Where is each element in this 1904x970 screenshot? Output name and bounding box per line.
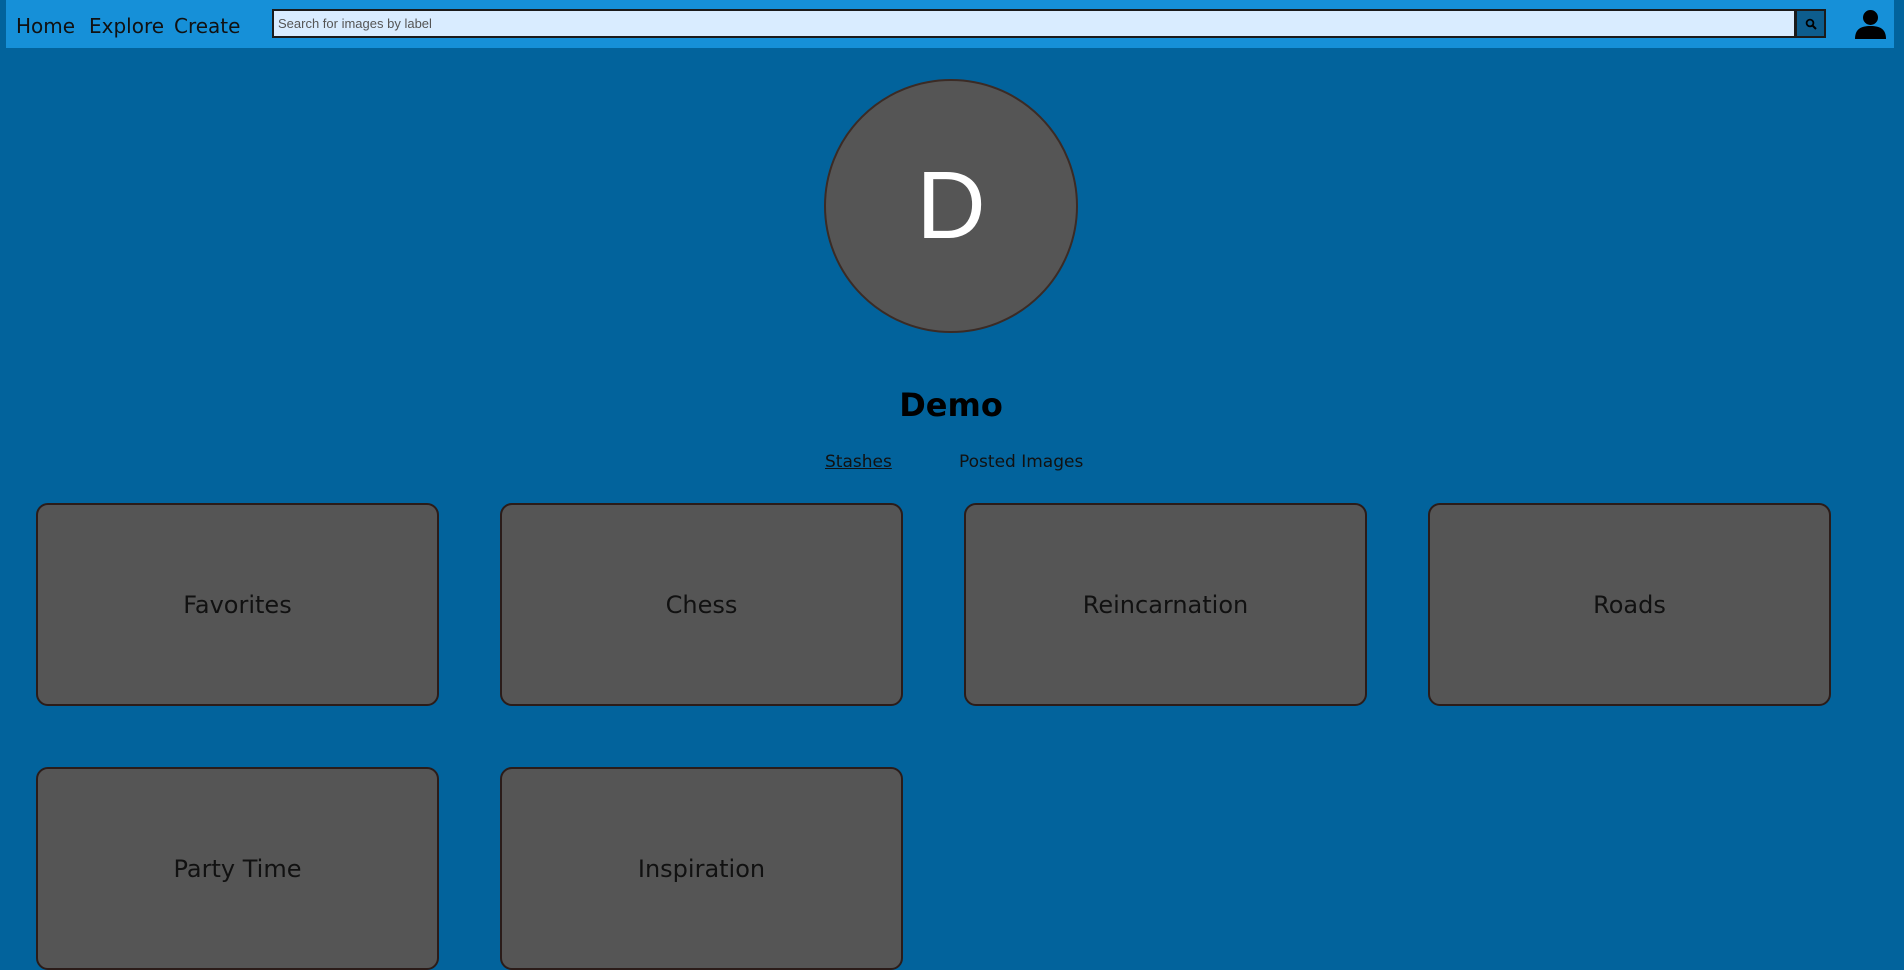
stash-card-roads[interactable]: Roads (1428, 503, 1831, 706)
nav-home-link[interactable]: Home (16, 14, 75, 38)
stash-card-chess[interactable]: Chess (500, 503, 903, 706)
tab-posted-images[interactable]: Posted Images (959, 452, 1083, 472)
stash-card-label: Favorites (183, 590, 292, 619)
stash-card-label: Party Time (173, 854, 302, 883)
tab-stashes[interactable]: Stashes (825, 452, 892, 472)
profile-username: Demo (899, 386, 1003, 424)
search-input[interactable] (272, 9, 1796, 38)
avatar: D (824, 79, 1078, 333)
user-icon (1855, 10, 1886, 39)
stash-card-label: Inspiration (637, 854, 766, 883)
search-icon (1805, 18, 1817, 30)
stash-card-party-time[interactable]: Party Time (36, 767, 439, 970)
nav-explore-link[interactable]: Explore (89, 14, 164, 38)
stash-card-favorites[interactable]: Favorites (36, 503, 439, 706)
user-menu-button[interactable] (1854, 9, 1887, 39)
search-button[interactable] (1795, 9, 1826, 38)
stash-card-reincarnation[interactable]: Reincarnation (964, 503, 1367, 706)
avatar-initial: D (916, 152, 986, 259)
top-navbar: Home Explore Create (6, 0, 1894, 48)
stash-card-inspiration[interactable]: Inspiration (500, 767, 903, 970)
search-bar (272, 9, 1831, 38)
stash-card-label: Chess (665, 590, 738, 619)
stash-card-label: Roads (1593, 590, 1666, 619)
nav-create-link[interactable]: Create (174, 14, 240, 38)
stash-card-label: Reincarnation (1082, 590, 1249, 619)
